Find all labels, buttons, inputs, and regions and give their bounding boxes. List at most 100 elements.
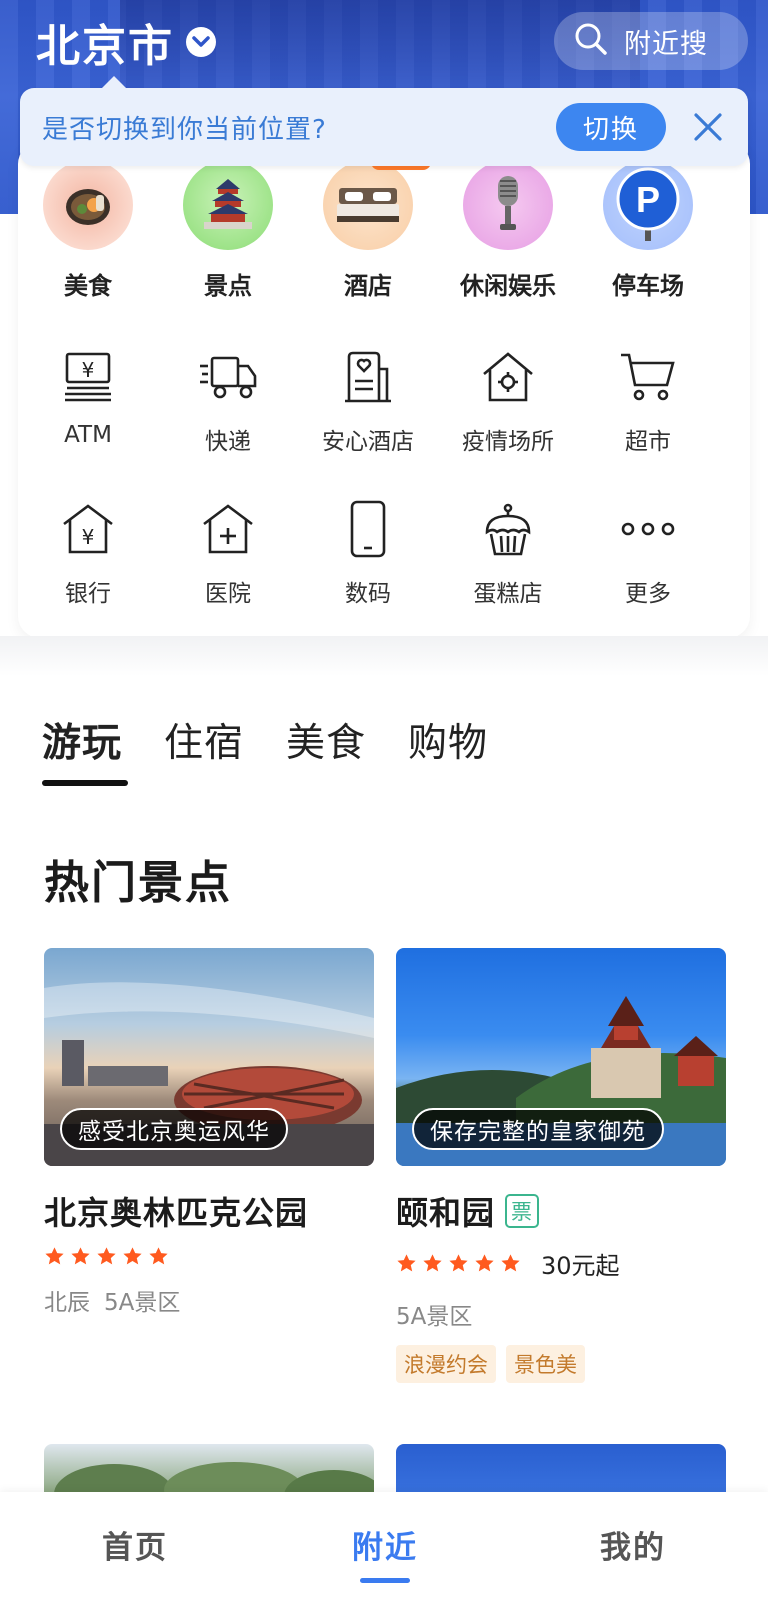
category-label: 数码 xyxy=(345,581,391,607)
chevron-down-icon xyxy=(186,27,216,57)
tag: 浪漫约会 xyxy=(396,1345,496,1383)
bank-icon: ¥ xyxy=(53,494,123,564)
photo-caption: 感受北京奥运风华 xyxy=(60,1108,288,1150)
search-icon xyxy=(574,22,608,60)
photo-caption: 保存完整的皇家御苑 xyxy=(412,1108,664,1150)
category-label: 美食 xyxy=(64,272,112,300)
virus-house-icon xyxy=(473,342,543,412)
category-label: 超市 xyxy=(625,429,671,455)
delivery-truck-icon xyxy=(193,342,263,412)
search-label: 附近搜 xyxy=(624,28,708,60)
category-row: ¥ 银行 医院 数码 蛋糕店 更多 xyxy=(18,494,750,608)
star-icon xyxy=(97,1247,116,1265)
nearby-search-button[interactable]: 附近搜 xyxy=(554,12,748,70)
svg-text:P: P xyxy=(636,179,660,220)
attraction-card-summer-palace[interactable]: 保存完整的皇家御苑 颐和园 票 30元起 5A景区 浪漫约会 景色美 xyxy=(396,948,726,1383)
star-icon xyxy=(397,1254,416,1272)
switch-location-button[interactable]: 切换 xyxy=(556,103,666,151)
food-icon xyxy=(43,160,133,250)
category-atm[interactable]: ¥ ATM xyxy=(18,342,158,456)
category-more[interactable]: 更多 xyxy=(578,494,718,608)
category-safe-hotel[interactable]: 安心酒店 xyxy=(298,342,438,456)
tab-stay[interactable]: 住宿 xyxy=(164,712,244,768)
category-label: 快递 xyxy=(205,429,251,455)
star-icon xyxy=(501,1254,520,1272)
attraction-card-olympic-park[interactable]: 感受北京奥运风华 北京奥林匹克公园 北辰 5A景区 xyxy=(44,948,374,1317)
phone-icon xyxy=(333,494,403,564)
shopping-cart-icon xyxy=(613,342,683,412)
category-food[interactable]: 美食 xyxy=(18,160,158,301)
category-label: 安心酒店 xyxy=(322,429,414,455)
tab-play[interactable]: 游玩 xyxy=(42,712,129,786)
more-icon xyxy=(613,494,683,564)
district-label: 北辰 xyxy=(44,1290,90,1316)
tab-shopping[interactable]: 购物 xyxy=(408,712,488,768)
grade-label: 5A景区 xyxy=(396,1304,473,1330)
category-label: 景点 xyxy=(204,272,252,300)
content-tabs: 游玩 住宿 美食 购物 xyxy=(42,712,488,786)
nav-home[interactable]: 首页 xyxy=(102,1522,168,1567)
bed-icon xyxy=(323,156,431,250)
category-label: 蛋糕店 xyxy=(473,581,543,607)
category-label: 酒店 xyxy=(344,272,392,300)
category-delivery[interactable]: 快递 xyxy=(158,342,298,456)
attraction-title: 北京奥林匹克公园 xyxy=(44,1194,309,1232)
attraction-name: 北京奥林匹克公园 xyxy=(44,1188,374,1234)
section-divider xyxy=(0,636,768,676)
star-icon xyxy=(423,1254,442,1272)
star-rating xyxy=(396,1253,521,1274)
svg-text:¥: ¥ xyxy=(82,358,95,382)
category-label: 休闲娱乐 xyxy=(460,272,556,300)
rating: 30元起 xyxy=(396,1246,726,1281)
attraction-meta: 5A景区 xyxy=(396,1297,726,1331)
category-label: 银行 xyxy=(65,581,111,607)
tag: 景色美 xyxy=(506,1345,585,1383)
star-icon xyxy=(45,1247,64,1265)
hospital-icon xyxy=(193,494,263,564)
category-label: ATM xyxy=(64,422,112,448)
atm-icon: ¥ xyxy=(53,342,123,412)
category-grid: 美食 景点 酒店 休闲娱乐 P 停车场 ¥ ATM 快递 安心酒店 疫情场所 超… xyxy=(18,142,750,638)
attraction-title: 颐和园 xyxy=(396,1194,496,1232)
category-bank[interactable]: ¥ 银行 xyxy=(18,494,158,608)
safe-hotel-icon xyxy=(333,342,403,412)
category-entertainment[interactable]: 休闲娱乐 xyxy=(438,160,578,301)
category-hospital[interactable]: 医院 xyxy=(158,494,298,608)
category-parking[interactable]: P 停车场 xyxy=(578,160,718,301)
star-icon xyxy=(123,1247,142,1265)
star-icon xyxy=(149,1247,168,1265)
city-selector[interactable]: 北京市 xyxy=(36,10,216,74)
svg-text:¥: ¥ xyxy=(82,525,95,549)
bottom-navigation: 首页 附近 我的 xyxy=(0,1492,768,1600)
attraction-meta: 北辰 5A景区 xyxy=(44,1283,374,1317)
location-prompt: 是否切换到你当前位置? xyxy=(42,114,327,145)
attraction-photo: 感受北京奥运风华 xyxy=(44,948,374,1166)
category-epidemic-venue[interactable]: 疫情场所 xyxy=(438,342,578,456)
category-row: ¥ ATM 快递 安心酒店 疫情场所 超市 xyxy=(18,342,750,456)
star-rating xyxy=(44,1246,169,1267)
category-hotel[interactable]: 酒店 xyxy=(298,156,438,301)
nav-mine[interactable]: 我的 xyxy=(600,1522,666,1567)
attraction-photo: 保存完整的皇家御苑 xyxy=(396,948,726,1166)
category-label: 更多 xyxy=(625,581,671,607)
category-label: 医院 xyxy=(205,581,251,607)
parking-icon: P xyxy=(603,160,693,250)
tag-list: 浪漫约会 景色美 xyxy=(396,1345,726,1383)
featured-category-row: 美食 景点 酒店 休闲娱乐 P 停车场 xyxy=(18,156,750,301)
city-name: 北京市 xyxy=(36,21,174,72)
location-switch-banner: 是否切换到你当前位置? 切换 xyxy=(20,76,748,166)
category-scenic[interactable]: 景点 xyxy=(158,160,298,301)
close-icon[interactable] xyxy=(686,105,730,149)
rating xyxy=(44,1246,374,1267)
nav-nearby[interactable]: 附近 xyxy=(352,1522,418,1583)
category-digital[interactable]: 数码 xyxy=(298,494,438,608)
attraction-name: 颐和园 票 xyxy=(396,1188,726,1234)
category-supermarket[interactable]: 超市 xyxy=(578,342,718,456)
price-label: 30元起 xyxy=(541,1252,620,1280)
tab-food[interactable]: 美食 xyxy=(286,712,366,768)
category-cake-shop[interactable]: 蛋糕店 xyxy=(438,494,578,608)
category-label: 停车场 xyxy=(612,272,684,300)
ticket-badge: 票 xyxy=(505,1194,540,1228)
microphone-icon xyxy=(463,160,553,250)
star-icon xyxy=(475,1254,494,1272)
